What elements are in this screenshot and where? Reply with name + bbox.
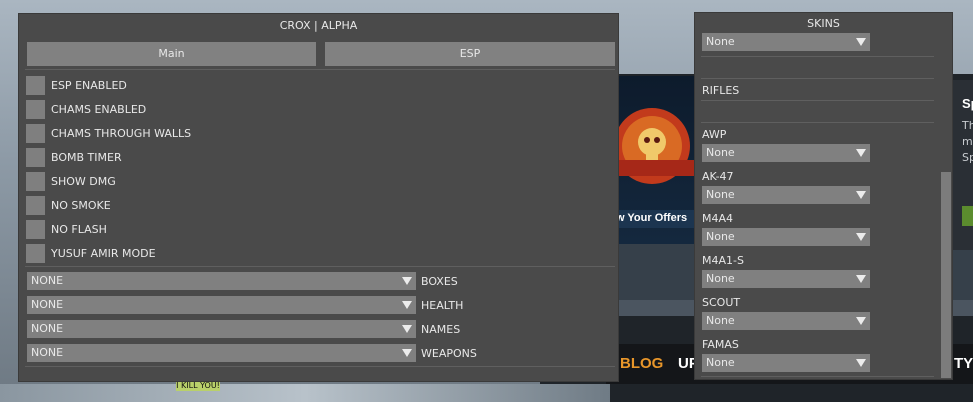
tab-main[interactable]: Main (27, 42, 316, 66)
checkbox-row-esp-enabled[interactable]: ESP ENABLED (26, 75, 127, 95)
side-promo-button[interactable] (962, 206, 973, 226)
side-promo-line: Sp (962, 151, 973, 164)
dropdown-value: None (706, 356, 735, 369)
dropdown-value: None (706, 230, 735, 243)
chevron-down-icon (402, 301, 412, 309)
checkbox-label: BOMB TIMER (51, 150, 122, 164)
dropdown-value: NONE (31, 298, 64, 311)
no-smoke-checkbox[interactable] (26, 195, 45, 215)
yusuf-amir-mode-checkbox[interactable] (26, 243, 45, 263)
checkbox-label: YUSUF AMIR MODE (51, 246, 156, 260)
skins-panel: SKINS None RIFLES AWP None AK-47 None M4… (694, 12, 953, 380)
checkbox-label: CHAMS ENABLED (51, 102, 147, 116)
dropdown-label: HEALTH (421, 299, 464, 312)
main-menu-panel: CROX | ALPHA Main ESP ESP ENABLED CHAMS … (18, 13, 619, 382)
checkbox-row-chams-through-walls[interactable]: CHAMS THROUGH WALLS (26, 123, 191, 143)
menu-title: CROX | ALPHA (279, 19, 358, 32)
checkbox-row-chams-enabled[interactable]: CHAMS ENABLED (26, 99, 146, 119)
awp-skin-dropdown[interactable]: None (702, 144, 870, 162)
divider (701, 376, 934, 377)
background-floor (0, 384, 610, 402)
dropdown-value: None (706, 35, 735, 48)
divider (25, 266, 615, 267)
side-promo-title: Sp (962, 96, 973, 111)
divider (701, 100, 934, 101)
dropdown-label: NAMES (421, 323, 461, 336)
chevron-down-icon (856, 359, 866, 367)
checkbox-row-no-smoke[interactable]: NO SMOKE (26, 195, 111, 215)
checkbox-label: ESP ENABLED (51, 78, 127, 92)
weapon-label-m4a1s: M4A1-S (702, 254, 744, 267)
ak47-skin-dropdown[interactable]: None (702, 186, 870, 204)
tab-esp[interactable]: ESP (325, 42, 615, 66)
view-offers-link[interactable]: w Your Offers (612, 210, 696, 228)
health-dropdown[interactable]: NONE (27, 296, 416, 314)
dropdown-value: NONE (31, 322, 64, 335)
chevron-down-icon (856, 38, 866, 46)
weapon-label-famas: FAMAS (702, 338, 739, 351)
names-dropdown[interactable]: NONE (27, 320, 416, 338)
divider (701, 78, 934, 79)
side-promo-text: Th m Sp (962, 118, 973, 166)
chevron-down-icon (856, 317, 866, 325)
chevron-down-icon (856, 275, 866, 283)
side-promo-line: Th (962, 119, 973, 132)
chevron-down-icon (856, 191, 866, 199)
dropdown-value: None (706, 314, 735, 327)
section-rifles: RIFLES (702, 84, 740, 97)
nav-blog-link[interactable]: BLOG (620, 355, 663, 372)
no-flash-checkbox[interactable] (26, 219, 45, 239)
checkbox-row-show-dmg[interactable]: SHOW DMG (26, 171, 116, 191)
scout-skin-dropdown[interactable]: None (702, 312, 870, 330)
famas-skin-dropdown[interactable]: None (702, 354, 870, 372)
dropdown-label: WEAPONS (421, 347, 477, 360)
dropdown-value: None (706, 146, 735, 159)
weapon-label-ak47: AK-47 (702, 170, 734, 183)
divider (25, 69, 615, 70)
show-dmg-checkbox[interactable] (26, 171, 45, 191)
divider (701, 56, 934, 57)
checkbox-row-no-flash[interactable]: NO FLASH (26, 219, 107, 239)
side-promo-line: m (962, 135, 973, 148)
nav-ty-link[interactable]: TY (954, 355, 973, 372)
dropdown-label: BOXES (421, 275, 458, 288)
chevron-down-icon (402, 277, 412, 285)
skins-scrollbar[interactable] (941, 172, 951, 378)
bomb-timer-checkbox[interactable] (26, 147, 45, 167)
m4a4-skin-dropdown[interactable]: None (702, 228, 870, 246)
divider (701, 122, 934, 123)
chams-through-walls-checkbox[interactable] (26, 123, 45, 143)
weapon-label-m4a4: M4A4 (702, 212, 734, 225)
checkbox-label: CHAMS THROUGH WALLS (51, 126, 192, 140)
esp-enabled-checkbox[interactable] (26, 75, 45, 95)
skins-title: SKINS (807, 17, 840, 30)
divider (25, 366, 615, 367)
m4a1s-skin-dropdown[interactable]: None (702, 270, 870, 288)
checkbox-label: NO SMOKE (51, 198, 111, 212)
weapon-label-awp: AWP (702, 128, 727, 141)
chams-enabled-checkbox[interactable] (26, 99, 45, 119)
dropdown-value: None (706, 188, 735, 201)
chevron-down-icon (402, 325, 412, 333)
weapons-dropdown[interactable]: NONE (27, 344, 416, 362)
checkbox-row-yusuf-amir-mode[interactable]: YUSUF AMIR MODE (26, 243, 156, 263)
dropdown-value: NONE (31, 274, 64, 287)
checkbox-row-bomb-timer[interactable]: BOMB TIMER (26, 147, 122, 167)
dropdown-value: NONE (31, 346, 64, 359)
weapon-label-scout: SCOUT (702, 296, 741, 309)
chevron-down-icon (856, 149, 866, 157)
dropdown-value: None (706, 272, 735, 285)
skins-top-dropdown[interactable]: None (702, 33, 870, 51)
checkbox-label: NO FLASH (51, 222, 107, 236)
chevron-down-icon (402, 349, 412, 357)
checkbox-label: SHOW DMG (51, 174, 116, 188)
boxes-dropdown[interactable]: NONE (27, 272, 416, 290)
chevron-down-icon (856, 233, 866, 241)
